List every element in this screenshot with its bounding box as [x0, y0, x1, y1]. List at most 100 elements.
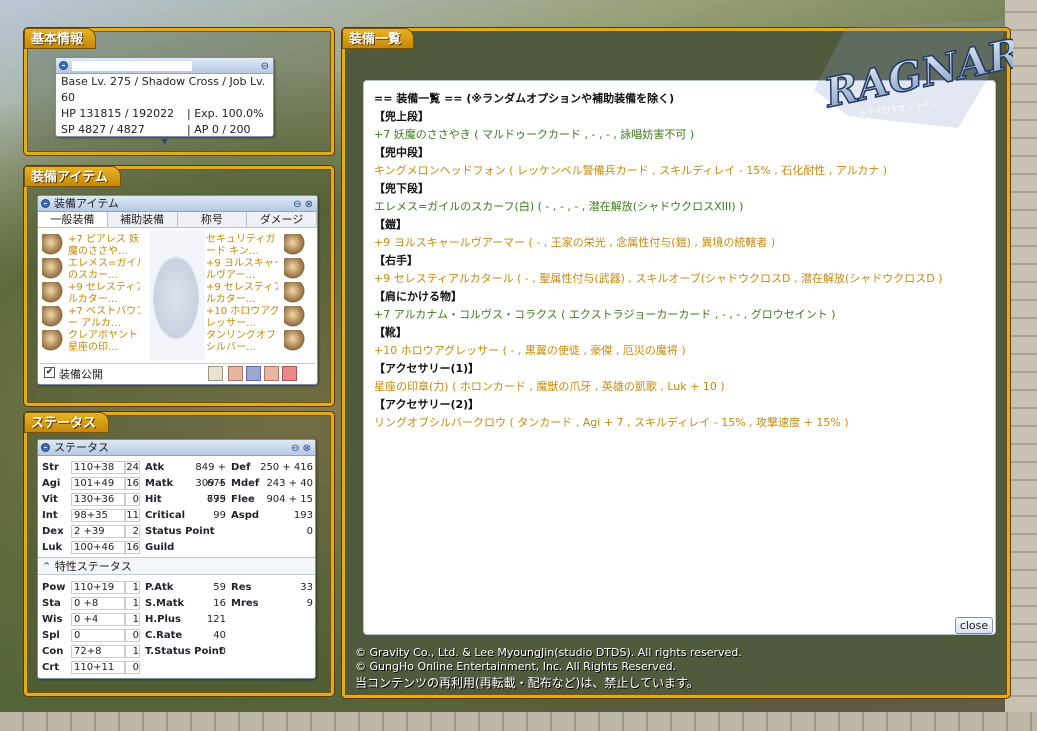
equip-slot-left_slots-3[interactable]: +7 ベストバウアー アルカ… [68, 306, 140, 330]
equip-item-icon[interactable] [42, 282, 64, 304]
equip-list-textbox[interactable]: == 装備一覧 == (※ランダムオプションや補助装備を除く) 【兜上段】 +7 妖… [363, 80, 996, 635]
status-window-titlebar[interactable]: ステータス ⊖ ⊗ [38, 440, 315, 456]
equip-slot-right_slots-3[interactable]: +10 ホロウアグ レッサー… [206, 306, 278, 330]
window-controls-icon[interactable]: ⊖ ⊗ [291, 441, 311, 456]
stat-name: P.Atk [145, 582, 174, 593]
equip-slot-name-cont: ルカター… [206, 294, 256, 305]
equip-slot-left_slots-1[interactable]: エレメス=ガイル のスカー… [68, 258, 140, 282]
equip-slot-name: タンリングオブ [206, 330, 276, 341]
equip-item-icon[interactable] [284, 258, 306, 280]
stat-value: 59 [213, 582, 226, 593]
tab-general[interactable]: 一般装備 [38, 212, 108, 227]
stat-value: 16 [213, 598, 226, 609]
equip-item-icon[interactable] [284, 330, 306, 352]
equip-slot-name-cont: ー アルカ… [68, 318, 121, 329]
memo-icon[interactable] [208, 366, 223, 381]
stat-row: Agi 101+49 16 Matk 309 + 775 Mdef 243 + 40 [38, 476, 315, 505]
equip-slot-name: +7 ピアレス 妖 [68, 234, 140, 245]
equip-slot-name-cont: 魔のささや… [68, 246, 128, 257]
equip-slot-right_slots-1[interactable]: +9 ヨルスキャー ルヴアー… [206, 258, 278, 282]
equip-public-checkbox[interactable]: ✔ [44, 367, 55, 378]
equip-window-titlebar[interactable]: 装備アイテム ⊖ ⊗ [38, 196, 317, 212]
ap-value: | AP 0 / 200 [187, 123, 251, 136]
equip-slot-name: +9 セレスティア [206, 282, 278, 293]
stat-name: Guild [145, 542, 175, 553]
equip-list-item: +10 ホロウアグレッサー ( - , 黒翼の使徒 , 豪傑 , 厄災の魔将 ) [374, 344, 686, 357]
equip-slot-name: +10 ホロウアグ [206, 306, 278, 317]
equip-list-heading: 【鎧】 [374, 218, 407, 231]
equip-list-item: 星座の印章(力) ( ホロンカード , 魔獣の爪牙 , 英雄の凱歌 , Luk … [374, 380, 725, 393]
stat-bonus: 11 [126, 510, 139, 521]
character-silhouette [148, 248, 204, 348]
stat-name: Luk [42, 542, 63, 553]
stat-name: Res [231, 582, 252, 593]
equip-item-icon[interactable] [284, 282, 306, 304]
equip-item-icon[interactable] [284, 234, 306, 256]
equip-slot-right_slots-0[interactable]: セキュリティガ ード キン… [206, 234, 278, 258]
stat-name: Matk [145, 478, 174, 489]
window-icon [59, 61, 68, 70]
stat-value: 110+38 [74, 462, 115, 473]
equip-item-icon[interactable] [42, 306, 64, 328]
tab-title[interactable]: 称号 [177, 212, 248, 227]
equip-slot-right_slots-2[interactable]: +9 セレスティア ルカター… [206, 282, 278, 306]
basic-info-titlebar[interactable]: ⊖ [56, 58, 273, 74]
equip-list-item: +7 妖魔のささやき ( マルドゥークカード , - , - , 詠唱妨害不可 … [374, 128, 695, 141]
shoe-icon[interactable] [282, 366, 297, 381]
stat-value: 100+46 [74, 542, 115, 553]
minimize-icon[interactable]: ⊖ [261, 59, 269, 74]
equip-slot-name: クレアボヤント [68, 330, 138, 341]
equip-slot-left_slots-0[interactable]: +7 ピアレス 妖魔のささや… [68, 234, 140, 258]
stat-name: Dex [42, 526, 64, 537]
stat-value: 110+11 [74, 662, 115, 673]
tab-auxiliary[interactable]: 補助装備 [107, 212, 178, 227]
equip-item-icon[interactable] [42, 234, 64, 256]
stat-row: Luk 100+46 16 Guild [38, 540, 315, 556]
stat-value: 130+36 [74, 494, 115, 505]
equip-items-tab: 装備アイテム [24, 166, 121, 187]
equip-list-item: エレメス=ガイルのスカーフ(白) ( - , - , - , 潜在解放(シャドウ… [374, 200, 744, 213]
trait-stats-grid: Pow 110+19 1 P.Atk 59 Res 33 Sta 0 +8 1 S.Matk 16 Mr… [38, 580, 315, 680]
equip-list-item: +7 アルカナム・コルヴス・コラクス ( エクストラジョーカーカード , - ,… [374, 308, 836, 321]
stat-row: Crt 110+11 0 [38, 660, 315, 676]
stat-bonus: 2 [132, 526, 139, 537]
equip-item-icon[interactable] [42, 258, 64, 280]
stat-value: 0 [306, 526, 313, 537]
stat-name: Status Point [145, 526, 215, 537]
swap-icon[interactable] [246, 366, 261, 381]
stat-value: 0 [74, 630, 81, 641]
equip-list-tab: 装備一覧 [342, 28, 415, 49]
character-face-icon[interactable] [228, 366, 243, 381]
status-window-title: ステータス [54, 441, 109, 454]
window-icon [41, 199, 50, 208]
stat-value: 110+19 [74, 582, 115, 593]
status-window[interactable]: ステータス ⊖ ⊗ Str 110+38 24 Atk 849 + 675 Def 250 +… [37, 439, 316, 679]
trait-status-header[interactable]: ⌃ 特性ステータス [38, 557, 315, 575]
expand-arrow-icon[interactable]: ▼ [56, 138, 273, 146]
stat-value: 250 + 416 [260, 462, 313, 473]
sp-value: SP 4827 / 4827 [61, 123, 145, 136]
sp-line: SP 4827 / 4827 | AP 0 / 200 [56, 122, 273, 138]
equip-slot-name-cont: のスカー… [68, 270, 118, 281]
basic-info-window[interactable]: ⊖ Base Lv. 275 / Shadow Cross / Job Lv. … [55, 57, 274, 146]
stat-name: Crt [42, 662, 60, 673]
close-button[interactable]: close [955, 617, 993, 634]
stat-name: Critical [145, 510, 186, 521]
stat-name: Agi [42, 478, 61, 489]
stat-row: Str 110+38 24 Atk 849 + 675 Def 250 + 416 [38, 460, 315, 489]
stat-row: Int 98+35 11 Critical 99 Aspd 193 [38, 508, 315, 524]
equip-item-icon[interactable] [284, 306, 306, 328]
equip-slot-left_slots-4[interactable]: クレアボヤント 星座の印… [68, 330, 140, 354]
stat-row: Con 72+8 1 T.Status Point 0 [38, 644, 315, 660]
equip-item-icon[interactable] [42, 330, 64, 352]
character-face-icon-2[interactable] [264, 366, 279, 381]
stat-name: Str [42, 462, 59, 473]
equip-list-item: リングオブシルバークロウ ( タンカード , Agi + 7 , スキルディレイ… [374, 416, 849, 429]
character-name-hidden [72, 61, 192, 71]
tab-damage[interactable]: ダメージ [247, 212, 317, 227]
equip-slot-right_slots-4[interactable]: タンリングオブ シルバー… [206, 330, 278, 354]
equip-window[interactable]: 装備アイテム ⊖ ⊗ 一般装備 補助装備 称号 ダメージ ✔ 装備公開 +7 ピア… [37, 195, 318, 385]
equip-list-heading: 【兜中段】 [374, 146, 429, 159]
window-controls-icon[interactable]: ⊖ ⊗ [293, 197, 313, 212]
equip-slot-left_slots-2[interactable]: +9 セレスティア ルカター… [68, 282, 140, 306]
